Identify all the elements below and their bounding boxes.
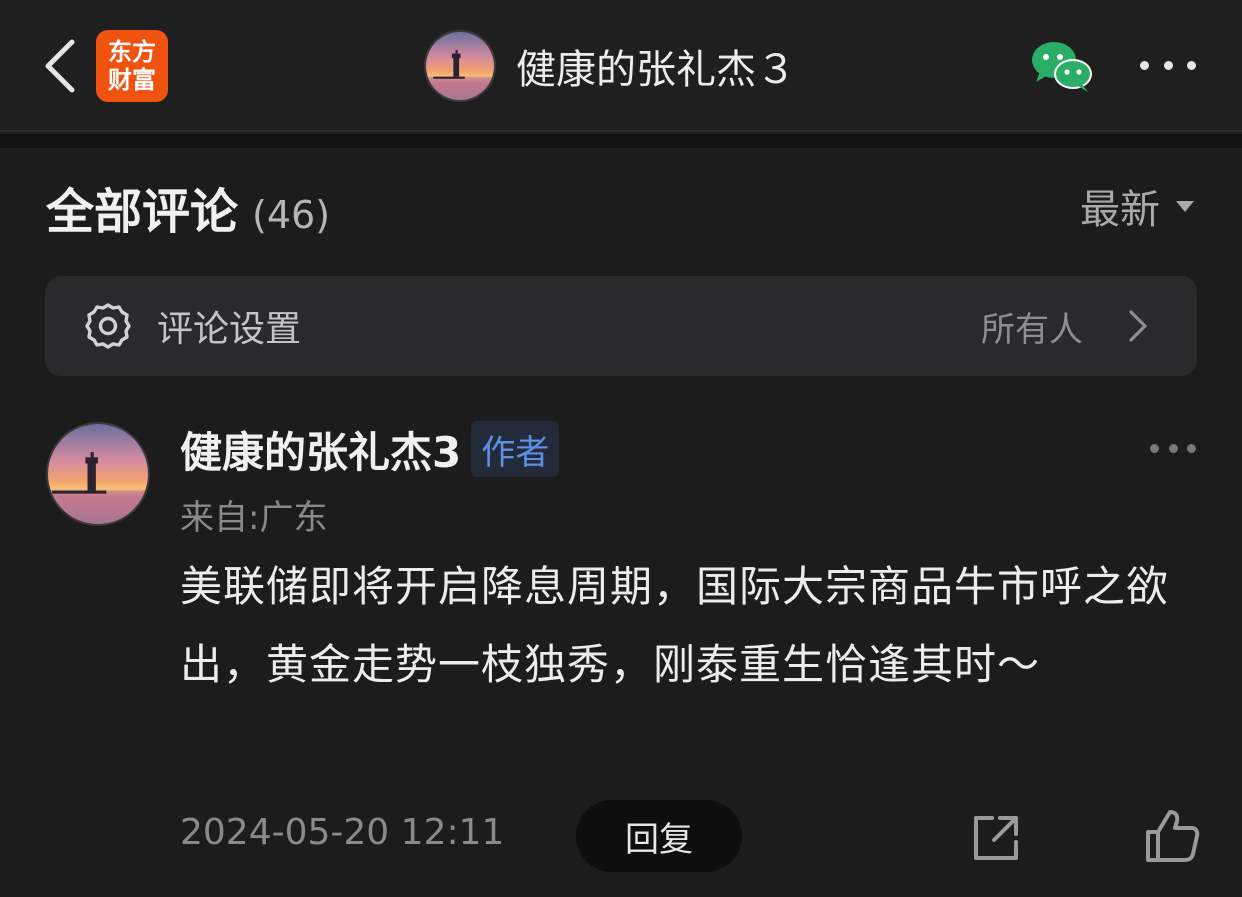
page-title: 健康的张礼杰３: [516, 47, 796, 93]
sort-label: 最新: [1080, 187, 1160, 233]
comments-title: 全部评论: [46, 184, 239, 240]
author-badge: 作者: [471, 421, 560, 477]
thumbs-up-icon: [1146, 810, 1200, 862]
avatar[interactable]: [424, 30, 496, 102]
back-button[interactable]: [36, 36, 82, 96]
like-button[interactable]: [1142, 806, 1202, 866]
chevron-right-icon: [1129, 310, 1147, 342]
comment-timestamp: 2024-05-20 12:11: [180, 812, 505, 853]
wechat-icon: [1032, 42, 1092, 92]
comment-avatar[interactable]: [46, 422, 150, 526]
more-icon: [1150, 443, 1159, 453]
app-logo-line1: 东方: [108, 38, 156, 66]
settings-label: 评论设置: [157, 309, 302, 350]
share-button[interactable]: [968, 810, 1024, 866]
comment-header: 健康的张礼杰3 作者: [180, 419, 560, 480]
share-icon: [974, 816, 1018, 860]
comment-author-name[interactable]: 健康的张礼杰3: [180, 419, 461, 480]
reply-button[interactable]: 回复: [576, 800, 742, 872]
comments-count: (46): [252, 193, 331, 237]
top-navigation-bar: 东方 财富 健康的张礼杰３: [0, 0, 1242, 132]
more-options-button[interactable]: [1140, 50, 1196, 80]
back-arrow-icon: [45, 39, 75, 93]
settings-value: 所有人: [981, 310, 1083, 350]
app-logo[interactable]: 东方 财富: [96, 30, 168, 102]
sort-dropdown[interactable]: 最新: [1080, 180, 1194, 233]
comment-location: 来自:广东: [180, 498, 328, 538]
more-icon: [1140, 60, 1149, 70]
wechat-share-button[interactable]: [1030, 38, 1094, 94]
caret-down-icon: [1176, 200, 1194, 212]
comment-more-button[interactable]: [1150, 440, 1196, 456]
comment-text: 美联储即将开启降息周期，国际大宗商品牛市呼之欲出，黄金走势一枝独秀，刚泰重生恰逢…: [180, 562, 1170, 689]
app-logo-line2: 财富: [108, 66, 156, 94]
comments-section-title: 全部评论 (46): [46, 172, 331, 240]
comment-settings-row[interactable]: 评论设置 所有人: [45, 276, 1197, 376]
header-profile[interactable]: 健康的张礼杰３: [424, 28, 796, 104]
divider: [0, 134, 1242, 148]
gear-icon: [85, 303, 131, 349]
